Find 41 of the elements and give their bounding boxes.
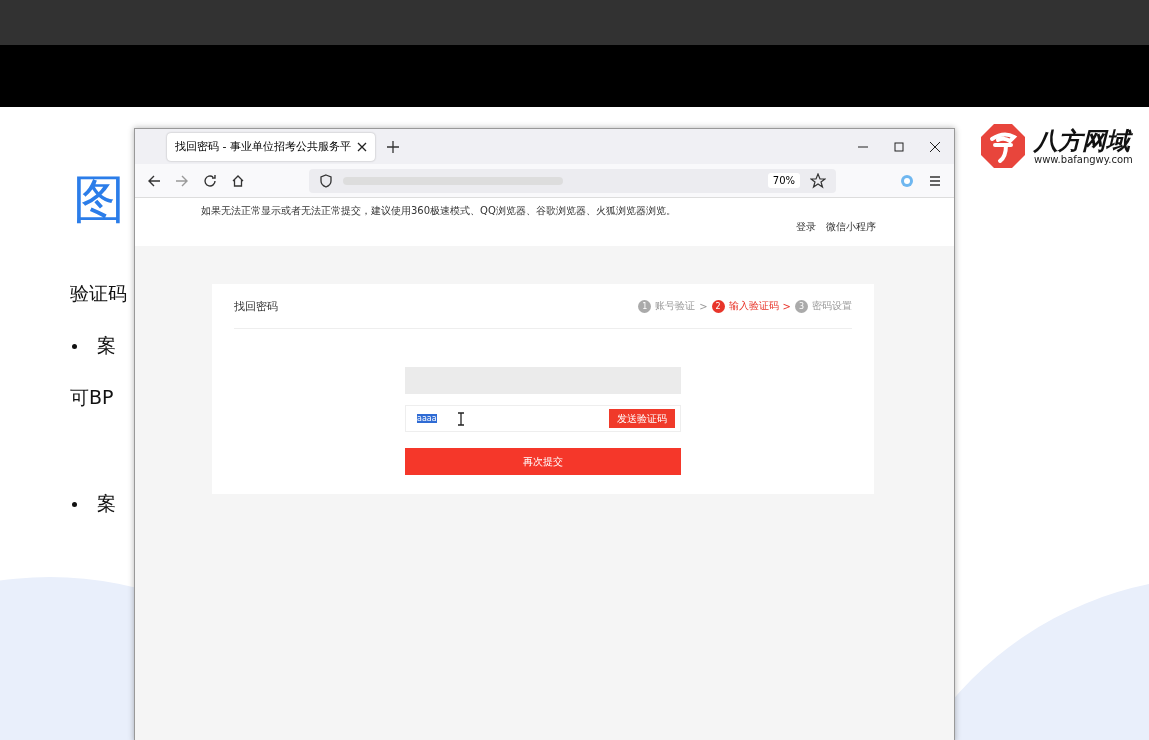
bullet-icon xyxy=(72,501,77,507)
code-field[interactable]: aaaa 发送验证码 xyxy=(405,405,681,432)
close-icon[interactable] xyxy=(930,141,940,152)
bookmark-star-icon[interactable] xyxy=(810,172,826,189)
logo-name: 八方网域 xyxy=(1034,127,1133,154)
step-separator: > xyxy=(699,300,708,312)
slide-text: 案 xyxy=(97,333,116,358)
home-icon[interactable] xyxy=(231,173,245,188)
step-number: 2 xyxy=(711,299,725,313)
step-label: 账号验证 xyxy=(655,299,696,313)
shield-icon xyxy=(319,173,333,188)
logo-icon xyxy=(980,123,1026,169)
step-label: 密码设置 xyxy=(812,299,852,313)
close-icon[interactable] xyxy=(356,141,367,152)
new-tab-icon[interactable] xyxy=(386,140,399,153)
bullet-icon xyxy=(72,343,77,349)
notice-text: 如果无法正常显示或者无法正常提交，建议使用360极速模式、QQ浏览器、谷歌浏览器、火狐浏览器浏览。 xyxy=(201,204,677,218)
text-cursor-icon xyxy=(456,411,465,426)
slide-text: 案 xyxy=(97,491,116,516)
slide-text: 验证码 xyxy=(70,281,127,306)
field-value: aaaa xyxy=(417,414,437,423)
address-bar[interactable]: 70% xyxy=(309,168,836,193)
slide-text: 可BP xyxy=(70,385,114,410)
forward-icon[interactable] xyxy=(175,173,189,188)
reload-icon[interactable] xyxy=(203,173,217,188)
maximize-icon[interactable] xyxy=(894,141,904,152)
zoom-level[interactable]: 70% xyxy=(767,173,800,188)
card-title: 找回密码 xyxy=(234,298,278,314)
step-label: 输入验证码 xyxy=(728,299,779,313)
header-link[interactable]: 微信小程序 xyxy=(826,220,876,234)
back-icon[interactable] xyxy=(147,173,161,188)
step-number: 1 xyxy=(638,299,652,313)
slide-title: 图 xyxy=(73,168,125,231)
submit-button[interactable]: 再次提交 xyxy=(405,448,681,475)
step-separator: > xyxy=(782,300,791,312)
step-number: 3 xyxy=(795,299,808,313)
browser-tab[interactable]: 找回密码 - 事业单位招考公共服务平 xyxy=(167,132,375,161)
header-link[interactable]: 登录 xyxy=(796,220,816,234)
menu-icon[interactable] xyxy=(928,173,942,188)
send-code-button[interactable]: 发送验证码 xyxy=(609,409,675,428)
logo-url: www.bafangwy.com xyxy=(1034,153,1133,165)
